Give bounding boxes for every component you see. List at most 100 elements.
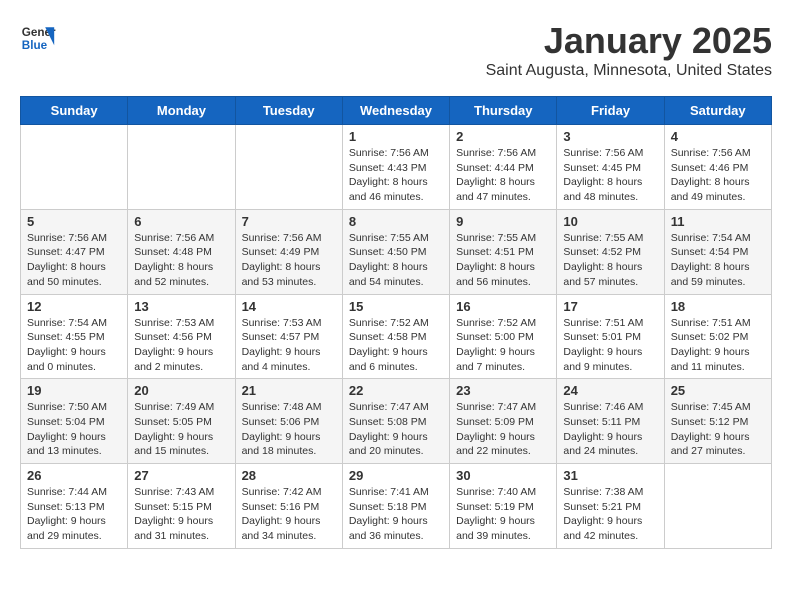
day-number: 29 [349, 468, 443, 483]
day-number: 13 [134, 299, 228, 314]
day-info: Sunrise: 7:56 AM Sunset: 4:49 PM Dayligh… [242, 231, 336, 290]
day-number: 14 [242, 299, 336, 314]
day-number: 22 [349, 383, 443, 398]
header: General Blue January 2025 Saint Augusta,… [20, 20, 772, 80]
day-number: 24 [563, 383, 657, 398]
week-row-3: 12 Sunrise: 7:54 AM Sunset: 4:55 PM Dayli… [21, 294, 772, 379]
calendar-cell: 25Sunrise: 7:45 AM Sunset: 5:12 PM Dayli… [664, 379, 771, 464]
calendar-cell: 12 Sunrise: 7:54 AM Sunset: 4:55 PM Dayli… [21, 294, 128, 379]
day-info: Sunrise: 7:52 AM Sunset: 4:58 PM Dayligh… [349, 316, 443, 375]
calendar-cell: 21 Sunrise: 7:48 AM Sunset: 5:06 PM Dayli… [235, 379, 342, 464]
day-number: 15 [349, 299, 443, 314]
day-number: 25 [671, 383, 765, 398]
week-row-4: 19 Sunrise: 7:50 AM Sunset: 5:04 PM Dayli… [21, 379, 772, 464]
day-info: Sunrise: 7:54 AM Sunset: 4:54 PM Dayligh… [671, 231, 765, 290]
day-info: Sunrise: 7:43 AM Sunset: 5:15 PM Dayligh… [134, 485, 228, 544]
day-number: 2 [456, 129, 550, 144]
calendar-cell [128, 125, 235, 210]
calendar-cell: 13 Sunrise: 7:53 AM Sunset: 4:56 PM Dayli… [128, 294, 235, 379]
week-row-1: 1 Sunrise: 7:56 AM Sunset: 4:43 PM Daylig… [21, 125, 772, 210]
week-row-2: 5 Sunrise: 7:56 AM Sunset: 4:47 PM Daylig… [21, 209, 772, 294]
day-info: Sunrise: 7:50 AM Sunset: 5:04 PM Dayligh… [27, 400, 121, 459]
calendar-cell: 2 Sunrise: 7:56 AM Sunset: 4:44 PM Daylig… [450, 125, 557, 210]
calendar-cell: 7 Sunrise: 7:56 AM Sunset: 4:49 PM Daylig… [235, 209, 342, 294]
day-number: 3 [563, 129, 657, 144]
calendar-cell: 17Sunrise: 7:51 AM Sunset: 5:01 PM Dayli… [557, 294, 664, 379]
week-row-5: 26Sunrise: 7:44 AM Sunset: 5:13 PM Dayli… [21, 464, 772, 549]
calendar-cell: 6 Sunrise: 7:56 AM Sunset: 4:48 PM Daylig… [128, 209, 235, 294]
day-info: Sunrise: 7:53 AM Sunset: 4:56 PM Dayligh… [134, 316, 228, 375]
day-info: Sunrise: 7:56 AM Sunset: 4:48 PM Dayligh… [134, 231, 228, 290]
day-info: Sunrise: 7:48 AM Sunset: 5:06 PM Dayligh… [242, 400, 336, 459]
calendar-cell: 23 Sunrise: 7:47 AM Sunset: 5:09 PM Dayli… [450, 379, 557, 464]
logo-icon: General Blue [20, 20, 56, 56]
calendar-cell: 31Sunrise: 7:38 AM Sunset: 5:21 PM Dayli… [557, 464, 664, 549]
day-info: Sunrise: 7:53 AM Sunset: 4:57 PM Dayligh… [242, 316, 336, 375]
day-info: Sunrise: 7:47 AM Sunset: 5:08 PM Dayligh… [349, 400, 443, 459]
day-number: 27 [134, 468, 228, 483]
day-info: Sunrise: 7:41 AM Sunset: 5:18 PM Dayligh… [349, 485, 443, 544]
day-number: 4 [671, 129, 765, 144]
day-info: Sunrise: 7:56 AM Sunset: 4:43 PM Dayligh… [349, 146, 443, 205]
calendar-cell: 8Sunrise: 7:55 AM Sunset: 4:50 PM Daylig… [342, 209, 449, 294]
day-info: Sunrise: 7:51 AM Sunset: 5:02 PM Dayligh… [671, 316, 765, 375]
day-number: 19 [27, 383, 121, 398]
calendar-cell: 22 Sunrise: 7:47 AM Sunset: 5:08 PM Dayli… [342, 379, 449, 464]
calendar-cell: 1 Sunrise: 7:56 AM Sunset: 4:43 PM Daylig… [342, 125, 449, 210]
day-info: Sunrise: 7:55 AM Sunset: 4:51 PM Dayligh… [456, 231, 550, 290]
day-info: Sunrise: 7:42 AM Sunset: 5:16 PM Dayligh… [242, 485, 336, 544]
day-info: Sunrise: 7:47 AM Sunset: 5:09 PM Dayligh… [456, 400, 550, 459]
day-info: Sunrise: 7:38 AM Sunset: 5:21 PM Dayligh… [563, 485, 657, 544]
calendar-cell: 28 Sunrise: 7:42 AM Sunset: 5:16 PM Dayli… [235, 464, 342, 549]
day-number: 6 [134, 214, 228, 229]
calendar-cell: 26Sunrise: 7:44 AM Sunset: 5:13 PM Dayli… [21, 464, 128, 549]
day-number: 21 [242, 383, 336, 398]
day-info: Sunrise: 7:56 AM Sunset: 4:46 PM Dayligh… [671, 146, 765, 205]
calendar-cell: 11 Sunrise: 7:54 AM Sunset: 4:54 PM Dayli… [664, 209, 771, 294]
day-number: 1 [349, 129, 443, 144]
calendar-cell: 10 Sunrise: 7:55 AM Sunset: 4:52 PM Dayli… [557, 209, 664, 294]
calendar-cell: 9 Sunrise: 7:55 AM Sunset: 4:51 PM Daylig… [450, 209, 557, 294]
day-info: Sunrise: 7:55 AM Sunset: 4:52 PM Dayligh… [563, 231, 657, 290]
calendar-cell: 24Sunrise: 7:46 AM Sunset: 5:11 PM Dayli… [557, 379, 664, 464]
day-info: Sunrise: 7:56 AM Sunset: 4:47 PM Dayligh… [27, 231, 121, 290]
day-number: 23 [456, 383, 550, 398]
day-number: 10 [563, 214, 657, 229]
calendar-cell [21, 125, 128, 210]
calendar-cell: 4 Sunrise: 7:56 AM Sunset: 4:46 PM Daylig… [664, 125, 771, 210]
day-info: Sunrise: 7:55 AM Sunset: 4:50 PM Dayligh… [349, 231, 443, 290]
day-number: 9 [456, 214, 550, 229]
calendar-cell: 19 Sunrise: 7:50 AM Sunset: 5:04 PM Dayli… [21, 379, 128, 464]
day-header-wednesday: Wednesday [342, 97, 449, 125]
day-number: 30 [456, 468, 550, 483]
calendar-cell: 14 Sunrise: 7:53 AM Sunset: 4:57 PM Dayli… [235, 294, 342, 379]
day-number: 11 [671, 214, 765, 229]
calendar-cell: 3 Sunrise: 7:56 AM Sunset: 4:45 PM Daylig… [557, 125, 664, 210]
calendar-cell: 15 Sunrise: 7:52 AM Sunset: 4:58 PM Dayli… [342, 294, 449, 379]
day-header-monday: Monday [128, 97, 235, 125]
day-header-sunday: Sunday [21, 97, 128, 125]
day-info: Sunrise: 7:56 AM Sunset: 4:44 PM Dayligh… [456, 146, 550, 205]
day-info: Sunrise: 7:56 AM Sunset: 4:45 PM Dayligh… [563, 146, 657, 205]
title-section: January 2025 Saint Augusta, Minnesota, U… [486, 20, 772, 80]
day-number: 12 [27, 299, 121, 314]
day-number: 16 [456, 299, 550, 314]
day-info: Sunrise: 7:40 AM Sunset: 5:19 PM Dayligh… [456, 485, 550, 544]
day-info: Sunrise: 7:54 AM Sunset: 4:55 PM Dayligh… [27, 316, 121, 375]
day-header-saturday: Saturday [664, 97, 771, 125]
day-number: 5 [27, 214, 121, 229]
calendar-cell [664, 464, 771, 549]
day-info: Sunrise: 7:52 AM Sunset: 5:00 PM Dayligh… [456, 316, 550, 375]
calendar-title: January 2025 [486, 20, 772, 62]
calendar-cell [235, 125, 342, 210]
calendar-cell: 29 Sunrise: 7:41 AM Sunset: 5:18 PM Dayli… [342, 464, 449, 549]
calendar-cell: 18Sunrise: 7:51 AM Sunset: 5:02 PM Dayli… [664, 294, 771, 379]
day-number: 7 [242, 214, 336, 229]
svg-text:Blue: Blue [22, 39, 48, 52]
calendar-cell: 16 Sunrise: 7:52 AM Sunset: 5:00 PM Dayli… [450, 294, 557, 379]
day-info: Sunrise: 7:49 AM Sunset: 5:05 PM Dayligh… [134, 400, 228, 459]
calendar-table: SundayMondayTuesdayWednesdayThursdayFrid… [20, 96, 772, 549]
day-number: 28 [242, 468, 336, 483]
day-header-row: SundayMondayTuesdayWednesdayThursdayFrid… [21, 97, 772, 125]
calendar-cell: 5 Sunrise: 7:56 AM Sunset: 4:47 PM Daylig… [21, 209, 128, 294]
